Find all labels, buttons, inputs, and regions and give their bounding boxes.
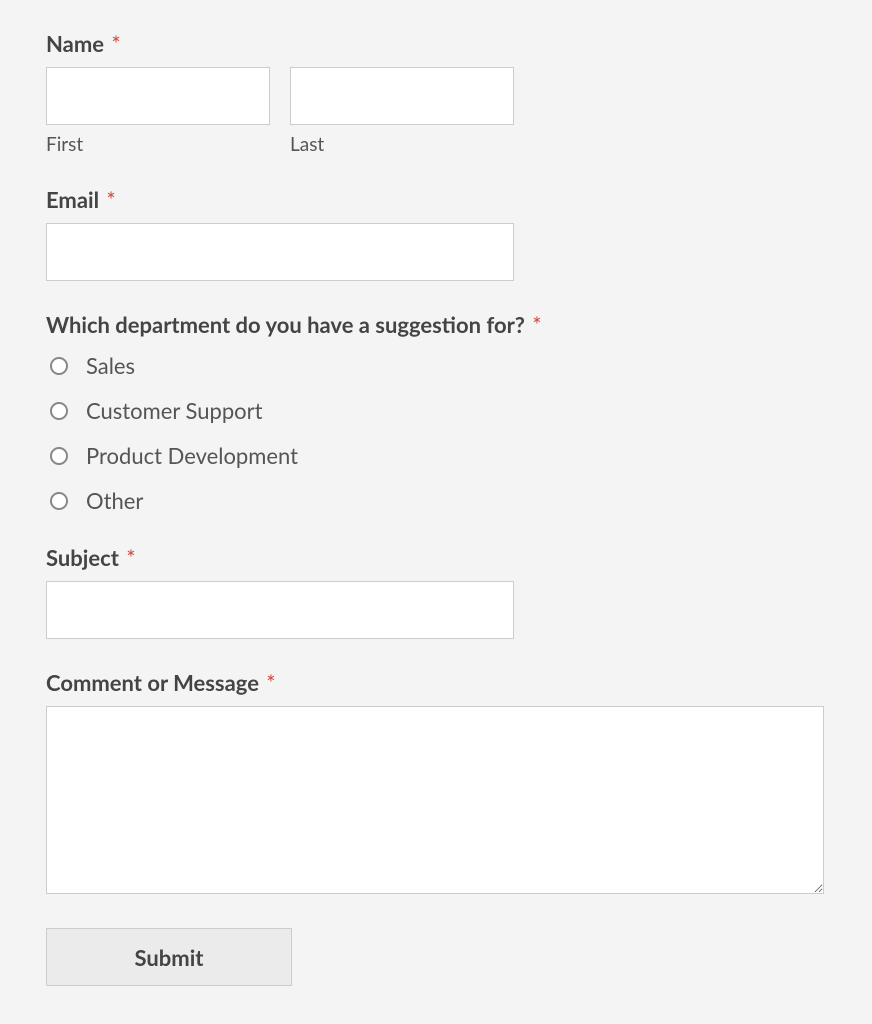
subject-label: Subject * <box>46 544 826 571</box>
radio-option-customer-support: Customer Support <box>46 397 826 424</box>
message-field-group: Comment or Message * <box>46 669 826 898</box>
submit-button[interactable]: Submit <box>46 928 292 986</box>
email-input[interactable] <box>46 223 514 281</box>
email-field-group: Email * <box>46 186 826 281</box>
first-name-column: First <box>46 67 270 156</box>
subject-label-text: Subject <box>46 544 119 571</box>
radio-input-product-development[interactable] <box>50 447 68 465</box>
last-name-input[interactable] <box>290 67 514 125</box>
radio-label-other[interactable]: Other <box>86 487 143 514</box>
radio-input-customer-support[interactable] <box>50 402 68 420</box>
department-required-indicator: * <box>532 311 541 338</box>
message-label-text: Comment or Message <box>46 669 259 696</box>
radio-input-other[interactable] <box>50 492 68 510</box>
name-field-group: Name * First Last <box>46 30 826 156</box>
department-field-group: Which department do you have a suggestio… <box>46 311 826 514</box>
first-name-input[interactable] <box>46 67 270 125</box>
email-required-indicator: * <box>106 186 115 213</box>
subject-required-indicator: * <box>126 544 135 571</box>
message-required-indicator: * <box>266 669 275 696</box>
name-required-indicator: * <box>111 30 120 57</box>
suggestion-form: Name * First Last Email * Which departme… <box>46 30 826 986</box>
message-textarea[interactable] <box>46 706 824 894</box>
radio-label-sales[interactable]: Sales <box>86 352 135 379</box>
message-label: Comment or Message * <box>46 669 826 696</box>
radio-label-product-development[interactable]: Product Development <box>86 442 298 469</box>
radio-option-sales: Sales <box>46 352 826 379</box>
name-inputs-row: First Last <box>46 67 826 156</box>
department-radio-group: Sales Customer Support Product Developme… <box>46 352 826 514</box>
last-name-column: Last <box>290 67 514 156</box>
radio-input-sales[interactable] <box>50 357 68 375</box>
department-label: Which department do you have a suggestio… <box>46 311 826 338</box>
subject-input[interactable] <box>46 581 514 639</box>
email-label: Email * <box>46 186 826 213</box>
radio-option-other: Other <box>46 487 826 514</box>
radio-label-customer-support[interactable]: Customer Support <box>86 397 263 424</box>
first-name-sublabel: First <box>46 133 270 156</box>
name-label-text: Name <box>46 30 104 57</box>
subject-field-group: Subject * <box>46 544 826 639</box>
last-name-sublabel: Last <box>290 133 514 156</box>
department-label-text: Which department do you have a suggestio… <box>46 311 525 338</box>
radio-option-product-development: Product Development <box>46 442 826 469</box>
name-label: Name * <box>46 30 826 57</box>
email-label-text: Email <box>46 186 99 213</box>
